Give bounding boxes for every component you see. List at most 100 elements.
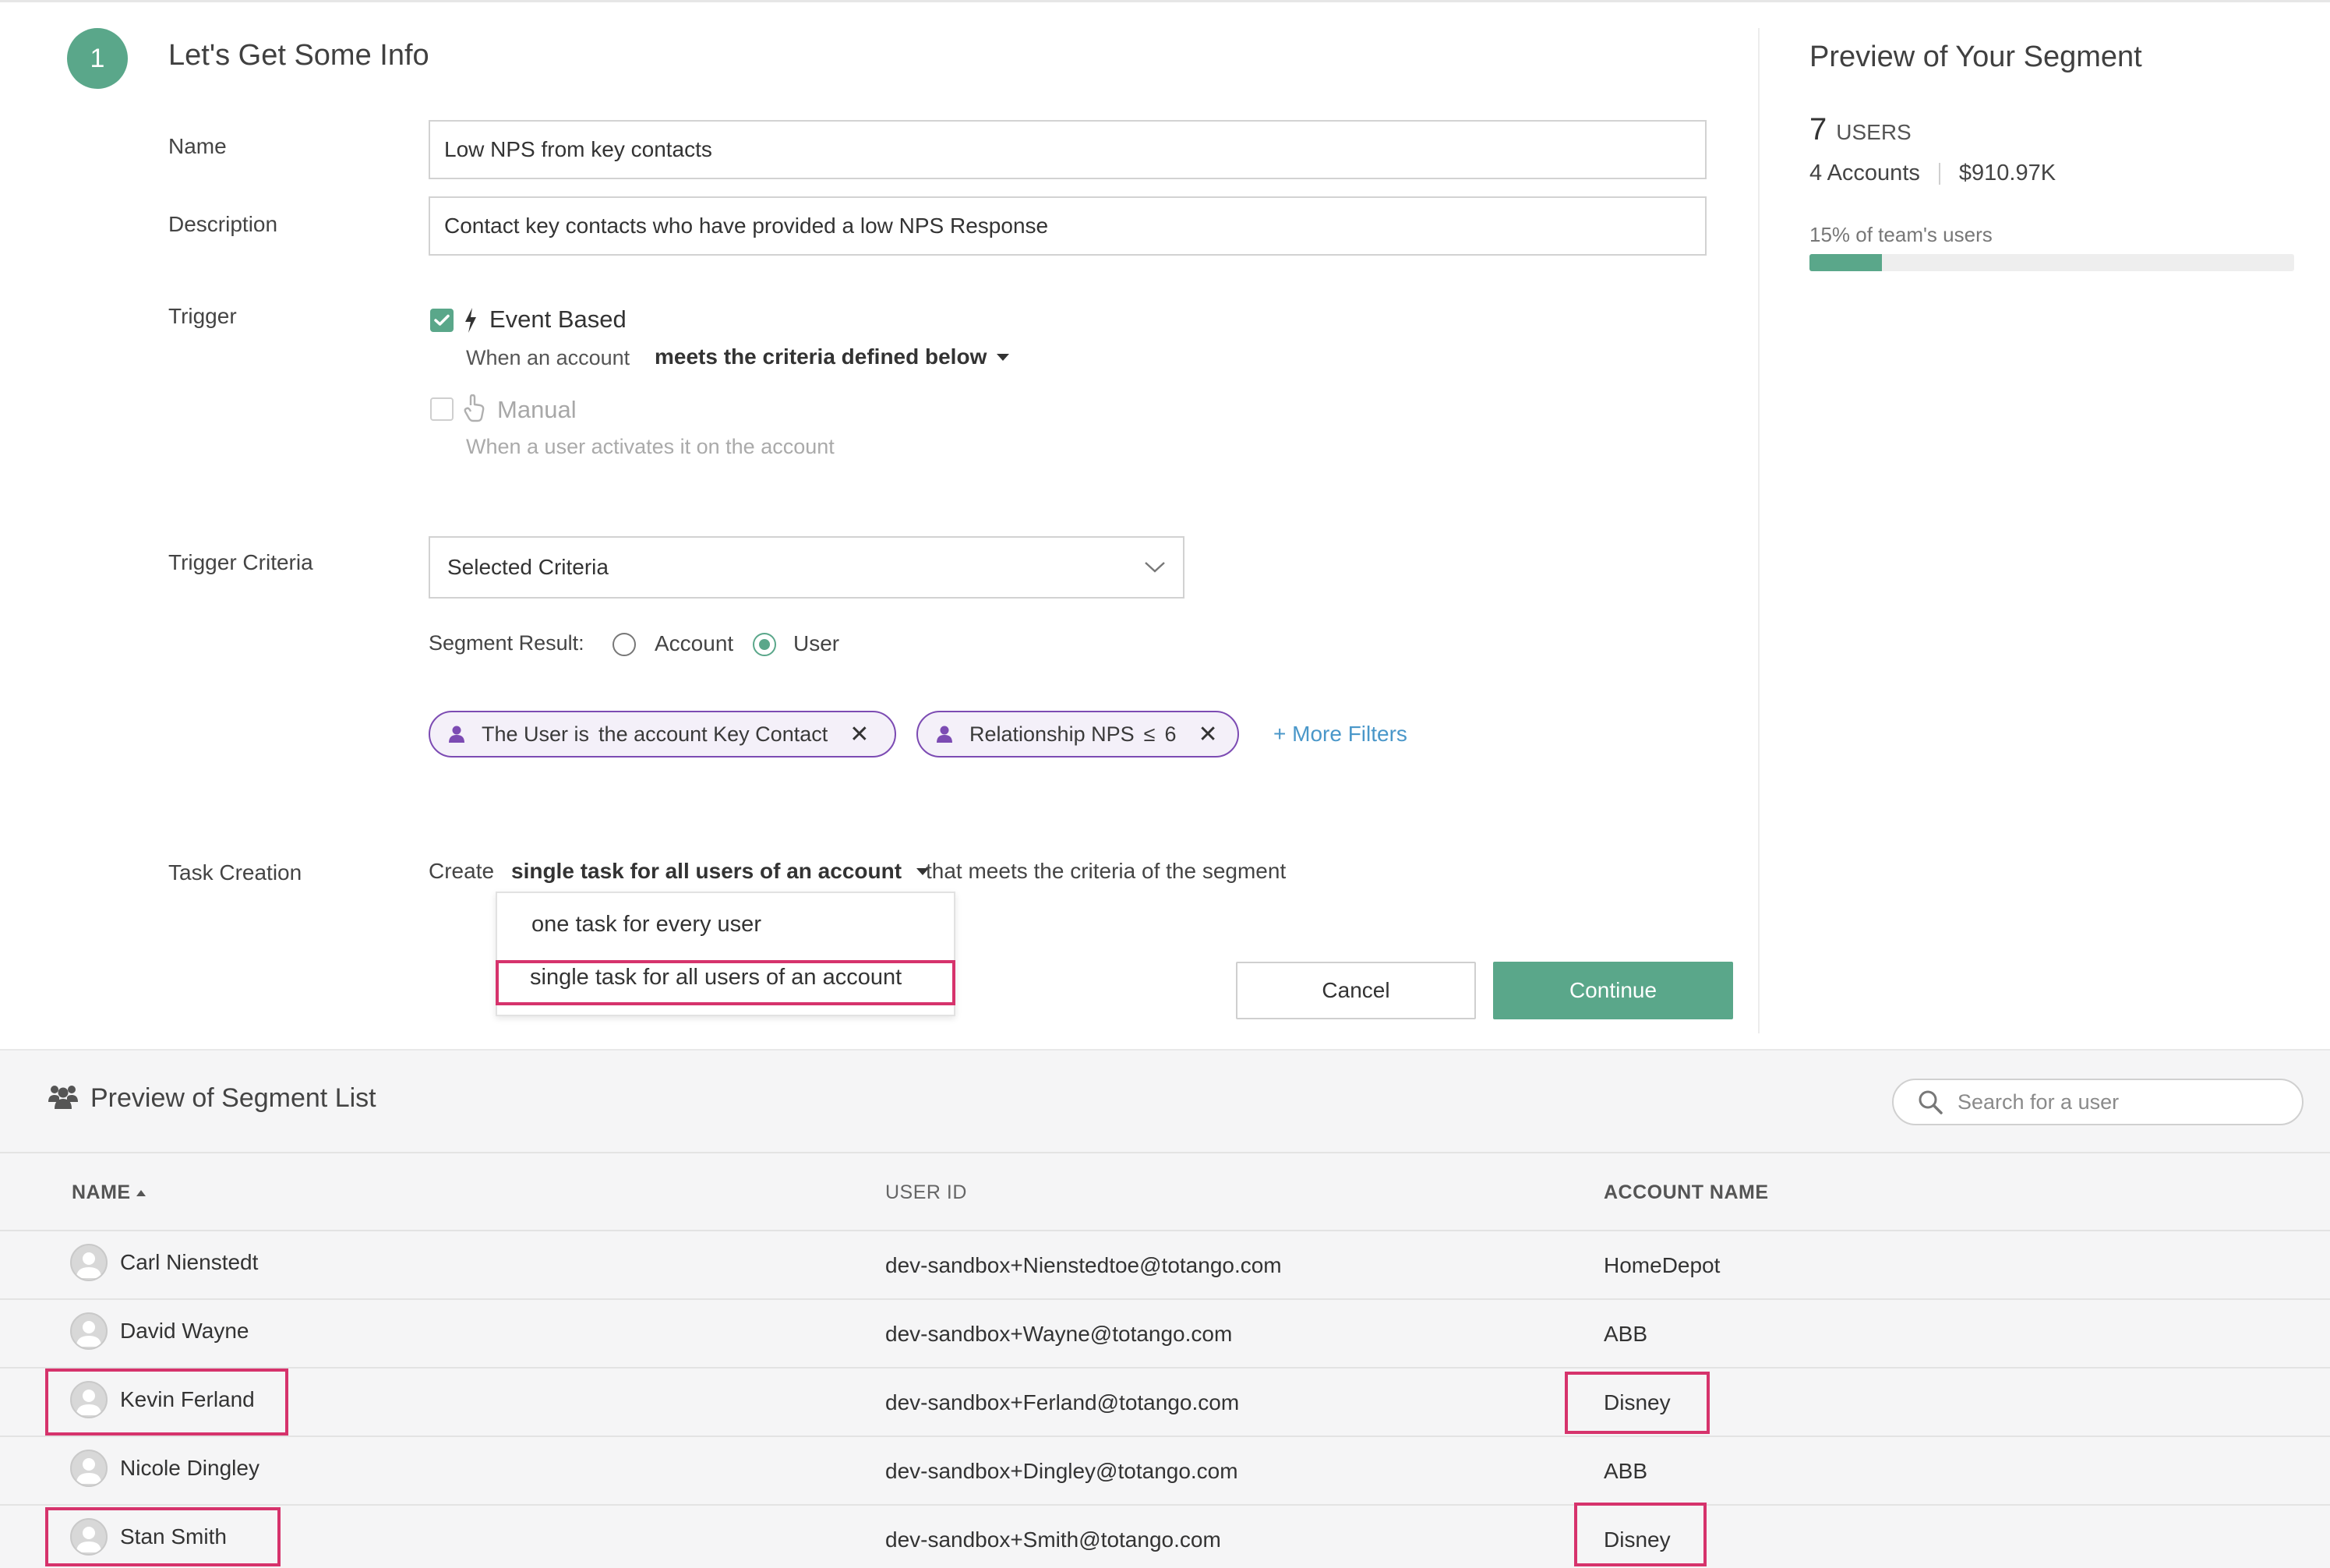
preview-title: Preview of Your Segment [1809, 41, 2142, 73]
table-divider [0, 1367, 2330, 1368]
separator [1938, 162, 1940, 185]
search-icon [1919, 1090, 1943, 1114]
avatar [70, 1450, 108, 1487]
row-user-id: dev-sandbox+Wayne@totango.com [885, 1322, 1233, 1346]
highlight-box [1574, 1503, 1707, 1566]
accounts-amount: $910.97K [1958, 161, 2056, 185]
chevron-down-icon [1145, 562, 1165, 573]
search-placeholder: Search for a user [1958, 1089, 2120, 1114]
step-number-badge: 1 [67, 28, 128, 89]
name-input[interactable]: Low NPS from key contacts [429, 120, 1707, 179]
step-title: Let's Get Some Info [168, 39, 429, 72]
more-filters-link[interactable]: + More Filters [1273, 722, 1407, 747]
trigger-criteria-label: Trigger Criteria [168, 550, 313, 574]
users-group-icon [48, 1083, 78, 1114]
name-label: Name [168, 134, 227, 158]
filter-nps-field: Relationship NPS [969, 722, 1135, 746]
column-header-name-label: NAME [72, 1181, 131, 1203]
task-create-menu: one task for every user single task for … [496, 892, 955, 1016]
task-create-dropdown[interactable]: single task for all users of an account [511, 859, 930, 884]
team-users-progress [1809, 254, 2294, 271]
segment-result-user-radio[interactable] [753, 633, 776, 656]
accounts-summary: 4 Accounts $910.97K [1809, 161, 2056, 186]
event-based-checkbox[interactable] [430, 309, 454, 332]
row-account-name[interactable]: ABB [1604, 1459, 1647, 1484]
manual-checkbox[interactable] [430, 397, 454, 421]
column-header-name[interactable]: NAME [72, 1181, 147, 1204]
event-based-desc-prefix: When an account [466, 346, 630, 369]
remove-filter-icon[interactable]: ✕ [1198, 721, 1217, 748]
manual-desc: When a user activates it on the account [466, 435, 835, 458]
cancel-button[interactable]: Cancel [1236, 962, 1476, 1019]
segment-result-label: Segment Result: [429, 631, 584, 655]
filter-nps-operator: ≤ [1143, 722, 1156, 746]
sort-up-icon [136, 1189, 146, 1196]
table-divider [0, 1152, 2330, 1153]
name-input-value: Low NPS from key contacts [444, 137, 712, 161]
criteria-select[interactable]: Selected Criteria [429, 536, 1184, 599]
filter-key-contact-subject: The User is [482, 722, 590, 746]
segment-list-title: Preview of Segment List [90, 1083, 376, 1113]
criteria-mode-value: meets the criteria defined below [655, 344, 987, 369]
task-creation-label: Task Creation [168, 860, 302, 885]
segment-result-user-label: User [793, 631, 840, 655]
criteria-select-value: Selected Criteria [447, 555, 609, 579]
column-divider [1758, 28, 1760, 1033]
table-divider [0, 1436, 2330, 1437]
users-count-label: USERS [1836, 120, 1912, 144]
filter-nps-value: 6 [1164, 722, 1177, 746]
row-user-id: dev-sandbox+Smith@totango.com [885, 1527, 1221, 1552]
event-based-label: Event Based [489, 305, 627, 333]
column-header-user-id[interactable]: USER ID [885, 1181, 967, 1204]
menu-item-one-task-per-user[interactable]: one task for every user [531, 912, 761, 938]
check-icon [434, 314, 450, 326]
row-user-id: dev-sandbox+Ferland@totango.com [885, 1390, 1240, 1414]
row-user-id: dev-sandbox+Dingley@totango.com [885, 1459, 1238, 1483]
avatar [70, 1244, 108, 1281]
manual-label: Manual [497, 396, 577, 423]
table-divider [0, 1230, 2330, 1231]
row-user-name[interactable]: Carl Nienstedt [120, 1250, 258, 1275]
segment-result-account-radio[interactable] [613, 633, 636, 656]
row-account-name[interactable]: ABB [1604, 1322, 1647, 1347]
description-input-value: Contact key contacts who have provided a… [444, 214, 1049, 238]
segment-result-account-label: Account [655, 631, 734, 655]
user-icon [449, 726, 464, 743]
accounts-count: 4 Accounts [1809, 161, 1920, 185]
column-header-account-name[interactable]: ACCOUNT NAME [1604, 1181, 1769, 1204]
row-account-name[interactable]: HomeDepot [1604, 1253, 1720, 1278]
highlight-box [45, 1368, 288, 1436]
trigger-label: Trigger [168, 304, 237, 328]
row-user-name[interactable]: Nicole Dingley [120, 1456, 259, 1481]
table-divider [0, 1298, 2330, 1300]
task-create-suffix: that meets the criteria of the segment [926, 859, 1287, 883]
team-users-progress-fill [1809, 254, 1883, 271]
highlight-box [1565, 1372, 1710, 1434]
user-search[interactable]: Search for a user [1892, 1079, 2304, 1125]
segment-list-panel [0, 1051, 2330, 1568]
caret-down-icon [997, 354, 1010, 361]
filter-key-contact[interactable]: The User is the account Key Contact ✕ [429, 711, 896, 758]
highlight-box [496, 960, 955, 1005]
task-create-selected: single task for all users of an account [511, 859, 902, 883]
row-user-name[interactable]: David Wayne [120, 1319, 249, 1344]
continue-button[interactable]: Continue [1493, 962, 1733, 1019]
highlight-box [45, 1507, 281, 1566]
team-users-percent: 15% of team's users [1809, 223, 1993, 246]
task-create-prefix: Create [429, 859, 495, 883]
description-input[interactable]: Contact key contacts who have provided a… [429, 196, 1707, 256]
filter-relationship-nps[interactable]: Relationship NPS ≤ 6 ✕ [916, 711, 1239, 758]
criteria-mode-dropdown[interactable]: meets the criteria defined below [655, 344, 1010, 369]
users-count: 7 USERS [1809, 112, 1912, 147]
user-icon [937, 726, 952, 743]
table-divider [0, 1504, 2330, 1506]
filter-key-contact-condition: the account Key Contact [598, 722, 828, 746]
remove-filter-icon[interactable]: ✕ [849, 721, 869, 748]
lightning-icon [463, 307, 478, 337]
users-count-value: 7 [1809, 112, 1827, 147]
top-border [0, 0, 2330, 2]
row-user-id: dev-sandbox+Nienstedtoe@totango.com [885, 1253, 1282, 1277]
description-label: Description [168, 212, 278, 236]
pointer-hand-icon [463, 394, 486, 426]
avatar [70, 1312, 108, 1350]
